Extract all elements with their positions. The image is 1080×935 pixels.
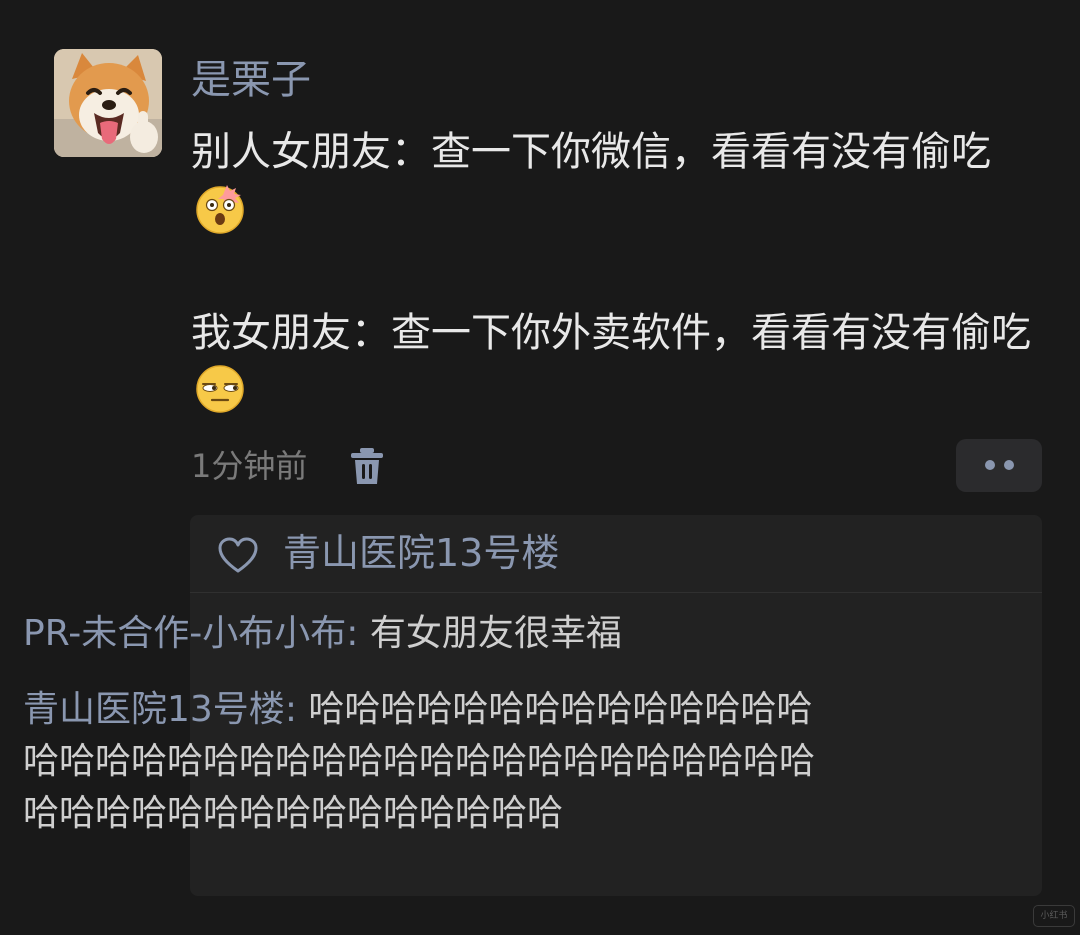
likes-row: 青山医院13号楼: [190, 515, 1042, 593]
comment-item[interactable]: PR-未合作-小布小布: 有女朋友很幸福: [23, 608, 845, 660]
comment-separator: :: [284, 689, 309, 730]
avatar[interactable]: [54, 49, 162, 157]
comment-text: 有女朋友很幸福: [369, 613, 622, 654]
post-timestamp: 1分钟前: [191, 447, 308, 485]
more-dots-icon: [985, 460, 995, 470]
liker-name[interactable]: 青山医院13号楼: [283, 526, 559, 580]
trash-icon[interactable]: [348, 446, 386, 486]
post-content: 别人女朋友：查一下你微信，看看有没有偷吃 我女朋友：查一下你外卖软件，看看有没有…: [191, 124, 1031, 422]
comment-author[interactable]: 青山医院13号楼: [23, 689, 285, 730]
comment-author[interactable]: PR-未合作-小布小布: [23, 613, 346, 654]
post-line-1-text: 别人女朋友：查一下你微信，看看有没有偷吃: [191, 129, 991, 175]
comment-separator: :: [346, 613, 370, 654]
unamused-face-emoji-icon: [196, 365, 244, 413]
comment-item[interactable]: 青山医院13号楼: 哈哈哈哈哈哈哈哈哈哈哈哈哈哈哈哈哈哈哈哈哈哈哈哈哈哈哈哈哈哈…: [23, 684, 845, 840]
more-dots-icon: [1004, 460, 1014, 470]
post-line-2-text: 我女朋友：查一下你外卖软件，看看有没有偷吃: [191, 310, 1031, 356]
face-with-open-mouth-exploding-emoji-icon: [196, 185, 244, 234]
moments-post-page: 是栗子 别人女朋友：查一下你微信，看看有没有偷吃 我女朋友：查一下你外卖软件，看…: [0, 0, 1080, 935]
post-paragraph-2: 我女朋友：查一下你外卖软件，看看有没有偷吃: [191, 305, 1031, 422]
more-button[interactable]: [956, 439, 1042, 492]
heart-icon[interactable]: [217, 536, 259, 574]
post-author-name[interactable]: 是栗子: [191, 52, 311, 108]
post-paragraph-1: 别人女朋友：查一下你微信，看看有没有偷吃: [191, 124, 1031, 241]
watermark-logo: 小红书: [1033, 905, 1075, 927]
shiba-dog-avatar-icon: [54, 49, 162, 157]
